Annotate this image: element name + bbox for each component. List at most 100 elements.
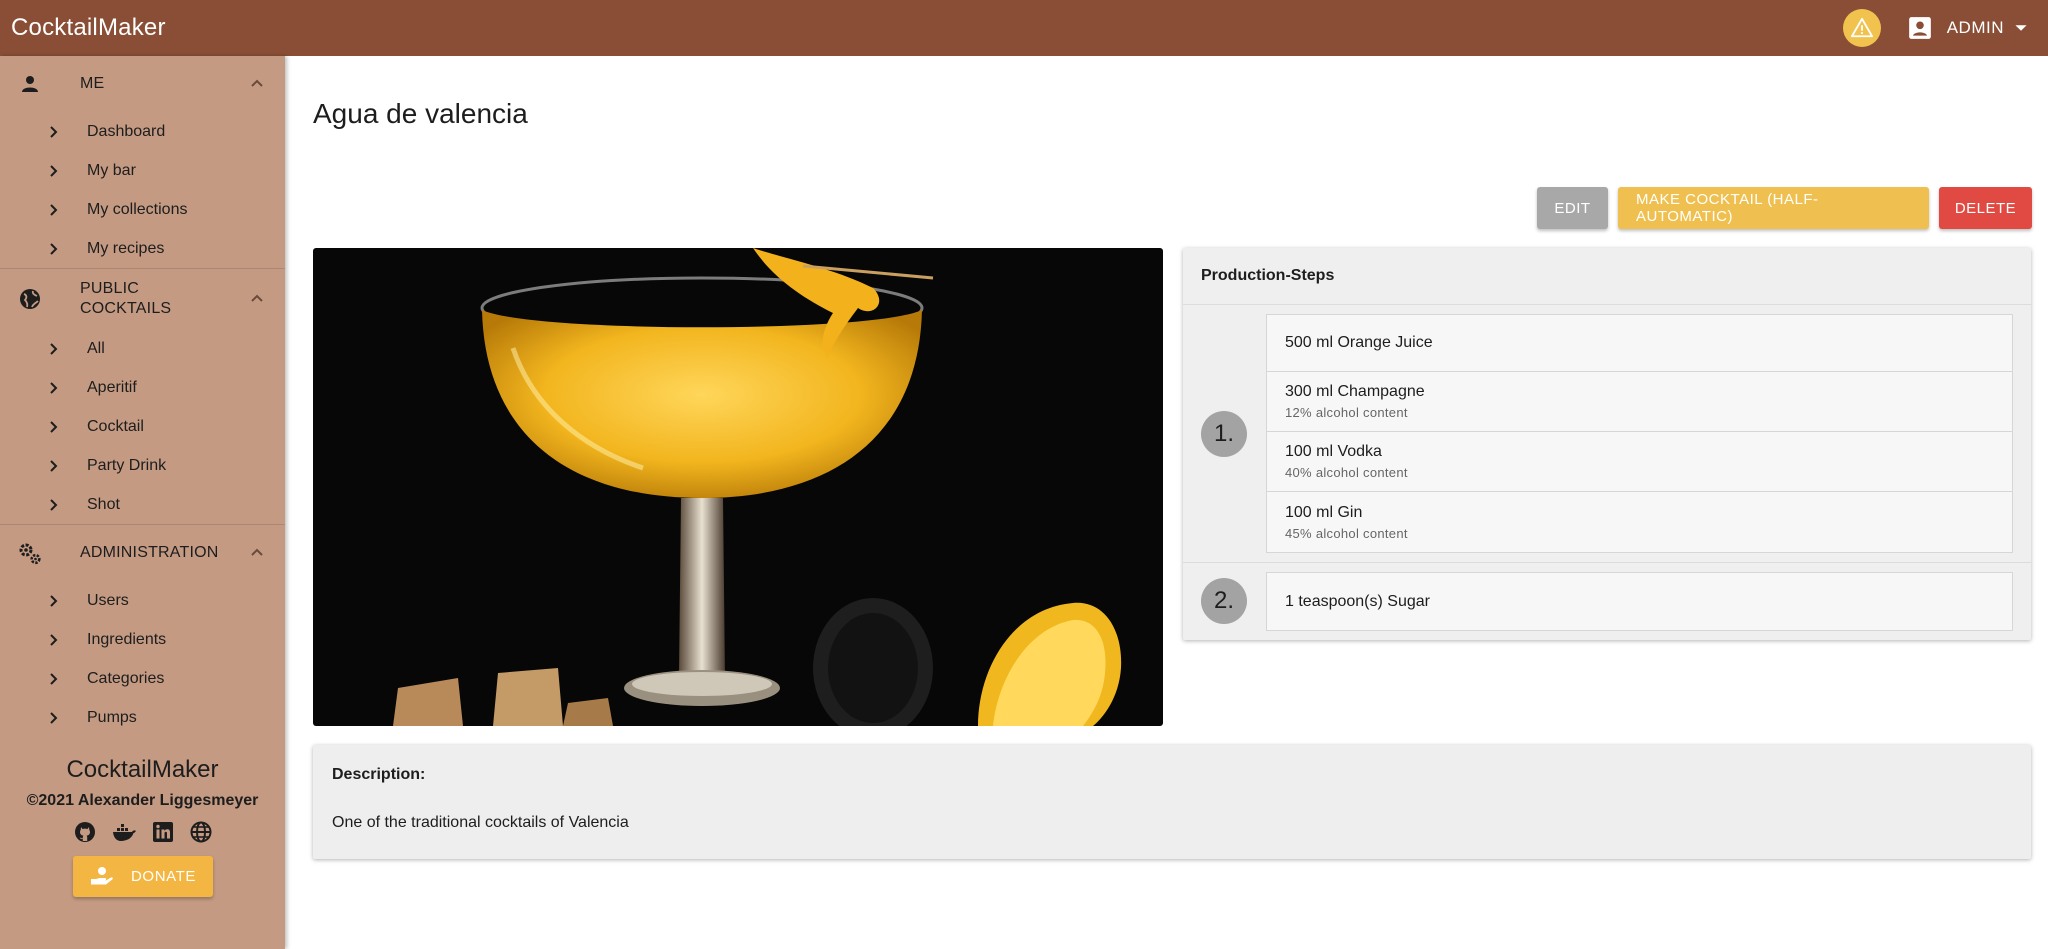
account-box-icon <box>1907 15 1933 41</box>
chevron-right-icon <box>47 203 63 217</box>
sidebar-item-categories[interactable]: Categories <box>0 659 285 698</box>
ingredient-item: 300 ml Champagne 12% alcohol content <box>1267 372 2012 432</box>
sidebar-item-all[interactable]: All <box>0 329 285 368</box>
chevron-right-icon <box>47 672 63 686</box>
cocktail-image <box>313 248 1163 726</box>
chevron-right-icon <box>47 342 63 356</box>
sidebar: ME Dashboard My bar My collections My re… <box>0 56 285 949</box>
sidebar-group-label: ADMINISTRATION <box>80 544 219 561</box>
ingredient-name: 100 ml Vodka <box>1285 443 1382 460</box>
sidebar-item-label: Ingredients <box>87 630 167 648</box>
sidebar-group-header-me[interactable]: ME <box>0 56 285 112</box>
chevron-right-icon <box>47 633 63 647</box>
sidebar-item-label: Dashboard <box>87 122 166 140</box>
production-step: 1. 500 ml Orange Juice 300 ml Champagne … <box>1183 305 2031 563</box>
production-steps-title: Production-Steps <box>1183 248 2031 305</box>
description-card: Description: One of the traditional cock… <box>313 745 2031 859</box>
footer-links <box>0 820 285 844</box>
ingredient-name: 500 ml Orange Juice <box>1285 334 1433 351</box>
sidebar-item-my-collections[interactable]: My collections <box>0 190 285 229</box>
chevron-right-icon <box>47 125 63 139</box>
sidebar-item-label: My collections <box>87 200 188 218</box>
sidebar-group-administration: ADMINISTRATION Users Ingredients Categor… <box>0 525 285 737</box>
ingredient-item: 100 ml Vodka 40% alcohol content <box>1267 432 2012 492</box>
sidebar-item-dashboard[interactable]: Dashboard <box>0 112 285 151</box>
chevron-right-icon <box>47 711 63 725</box>
sidebar-item-pumps[interactable]: Pumps <box>0 698 285 737</box>
chevron-right-icon <box>47 420 63 434</box>
docker-icon[interactable] <box>111 820 137 844</box>
sidebar-group-public-cocktails: PUBLIC COCKTAILS All Aperitif Cocktail P… <box>0 269 285 525</box>
ingredient-item: 100 ml Gin 45% alcohol content <box>1267 492 2012 552</box>
sidebar-item-label: Cocktail <box>87 417 144 435</box>
app-title[interactable]: CocktailMaker <box>11 14 166 42</box>
sidebar-item-aperitif[interactable]: Aperitif <box>0 368 285 407</box>
user-menu[interactable]: ADMIN <box>1907 15 2028 41</box>
gears-icon <box>16 540 44 566</box>
sidebar-item-label: My bar <box>87 161 136 179</box>
topbar-actions: ADMIN <box>1842 0 2028 56</box>
make-cocktail-button[interactable]: MAKE COCKTAIL (HALF-AUTOMATIC) <box>1618 187 1929 229</box>
sidebar-item-label: All <box>87 339 105 357</box>
chevron-right-icon <box>47 242 63 256</box>
ingredient-name: 100 ml Gin <box>1285 503 1363 521</box>
edit-button[interactable]: EDIT <box>1537 187 1608 229</box>
warning-button[interactable] <box>1842 9 1881 47</box>
sidebar-group-me: ME Dashboard My bar My collections My re… <box>0 56 285 269</box>
footer-brand: CocktailMaker <box>66 756 219 783</box>
chevron-right-icon <box>47 459 63 473</box>
sidebar-item-shot[interactable]: Shot <box>0 485 285 524</box>
chevron-up-icon[interactable] <box>249 76 265 92</box>
sidebar-group-header-public-cocktails[interactable]: PUBLIC COCKTAILS <box>0 269 285 329</box>
linkedin-icon[interactable] <box>151 820 175 844</box>
person-icon <box>16 72 44 96</box>
ingredient-name: 300 ml Champagne <box>1285 383 1425 400</box>
chevron-up-icon[interactable] <box>249 545 265 561</box>
chevron-up-icon[interactable] <box>249 291 265 307</box>
alcohol-content: 45% alcohol content <box>1285 525 1408 541</box>
user-name: ADMIN <box>1946 18 2004 37</box>
sidebar-item-label: Shot <box>87 495 120 513</box>
sidebar-item-my-bar[interactable]: My bar <box>0 151 285 190</box>
sidebar-footer: CocktailMaker ©2021 Alexander Liggesmeye… <box>0 756 285 897</box>
ingredient-item: 1 teaspoon(s) Sugar <box>1267 573 2012 630</box>
production-step: 2. 1 teaspoon(s) Sugar <box>1183 563 2031 639</box>
caret-down-icon <box>2014 21 2028 35</box>
web-icon[interactable] <box>189 820 213 844</box>
ingredient-name: 1 teaspoon(s) Sugar <box>1285 592 1430 610</box>
chevron-right-icon <box>47 381 63 395</box>
description-title: Description: <box>332 766 426 783</box>
chevron-right-icon <box>47 164 63 178</box>
warning-icon <box>1850 17 1873 39</box>
sidebar-item-cocktail[interactable]: Cocktail <box>0 407 285 446</box>
ingredient-list: 1 teaspoon(s) Sugar <box>1266 572 2013 631</box>
donate-button[interactable]: DONATE <box>72 856 213 897</box>
step-number: 1. <box>1201 411 1247 457</box>
donate-hand-icon <box>89 865 115 889</box>
sidebar-item-users[interactable]: Users <box>0 581 285 620</box>
sidebar-item-label: Pumps <box>87 708 137 726</box>
sidebar-group-header-administration[interactable]: ADMINISTRATION <box>0 525 285 581</box>
sidebar-item-label: Aperitif <box>87 378 137 396</box>
ingredient-item: 500 ml Orange Juice <box>1267 315 2012 372</box>
delete-button[interactable]: DELETE <box>1939 187 2032 229</box>
alcohol-content: 40% alcohol content <box>1285 465 1408 480</box>
production-steps-card: Production-Steps 1. 500 ml Orange Juice … <box>1183 248 2031 640</box>
recipe-actions: EDIT MAKE COCKTAIL (HALF-AUTOMATIC) DELE… <box>1537 187 2032 229</box>
sidebar-item-ingredients[interactable]: Ingredients <box>0 620 285 659</box>
footer-copyright: ©2021 Alexander Liggesmeyer <box>26 792 259 809</box>
page-title: Agua de valencia <box>313 98 528 129</box>
sidebar-item-label: My recipes <box>87 239 165 257</box>
sidebar-item-label: Party Drink <box>87 456 167 474</box>
chevron-right-icon <box>47 594 63 608</box>
sidebar-group-label: PUBLIC COCKTAILS <box>80 280 172 317</box>
top-app-bar: CocktailMaker ADMIN <box>0 0 2048 56</box>
github-icon[interactable] <box>73 820 97 844</box>
sidebar-item-my-recipes[interactable]: My recipes <box>0 229 285 268</box>
chevron-right-icon <box>47 498 63 512</box>
alcohol-content: 12% alcohol content <box>1285 405 1408 420</box>
sidebar-group-label: ME <box>80 75 105 92</box>
sidebar-item-label: Categories <box>87 669 165 687</box>
sidebar-item-party-drink[interactable]: Party Drink <box>0 446 285 485</box>
ingredient-list: 500 ml Orange Juice 300 ml Champagne 12%… <box>1266 314 2013 553</box>
